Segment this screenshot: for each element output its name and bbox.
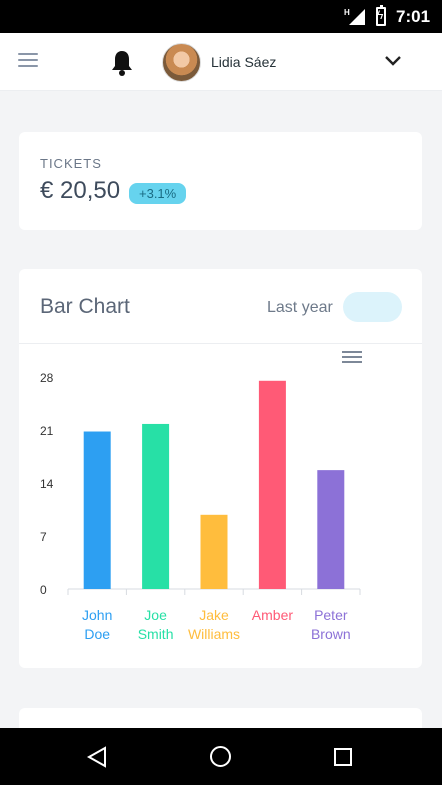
- x-tick-label: Jake: [199, 607, 229, 623]
- y-tick-label: 14: [40, 477, 54, 491]
- x-tick-label: Williams: [188, 626, 240, 642]
- hamburger-icon[interactable]: [18, 53, 38, 69]
- x-tick-label: Smith: [138, 626, 174, 642]
- x-tick-label: Doe: [84, 626, 110, 642]
- app-header: Lidia Sáez: [0, 33, 442, 91]
- bar: [142, 423, 170, 589]
- recents-icon[interactable]: [334, 748, 352, 766]
- bar: [83, 431, 111, 589]
- bar: [200, 514, 228, 589]
- x-tick-label: Amber: [252, 607, 294, 623]
- tickets-change-badge: +3.1%: [129, 183, 187, 204]
- bar: [258, 380, 286, 589]
- tickets-card: TICKETS € 20,50 +3.1%: [19, 132, 422, 230]
- x-tick-label: Joe: [144, 607, 167, 623]
- back-icon[interactable]: [86, 746, 108, 768]
- bar-chart-card: Bar Chart Last year 0 7 14 21 28 John Doe Joe Sm…: [19, 269, 422, 668]
- user-name[interactable]: Lidia Sáez: [211, 54, 276, 70]
- bar-chart: 0 7 14 21 28 John Doe Joe Smith Jake Williams Amber…: [40, 371, 361, 642]
- x-tick-label: John: [82, 607, 112, 623]
- navigation-bar: [0, 728, 442, 785]
- avatar[interactable]: [162, 43, 201, 82]
- bar: [317, 470, 345, 589]
- tickets-value: € 20,50: [40, 177, 121, 204]
- home-icon[interactable]: [210, 746, 231, 767]
- x-tick-label: Brown: [311, 626, 351, 642]
- x-tick-label: Peter: [314, 607, 348, 623]
- signal-icon: [349, 9, 365, 25]
- tickets-label: TICKETS: [40, 156, 102, 171]
- y-tick-label: 0: [40, 583, 47, 597]
- status-bar: H 7:01: [0, 0, 442, 33]
- bell-icon[interactable]: [110, 49, 134, 77]
- status-time: 7:01: [396, 7, 431, 26]
- battery-icon: [376, 5, 386, 26]
- y-tick-label: 7: [40, 530, 47, 544]
- y-tick-label: 21: [40, 424, 54, 438]
- y-tick-label: 28: [40, 371, 54, 385]
- chevron-down-icon[interactable]: [384, 55, 402, 67]
